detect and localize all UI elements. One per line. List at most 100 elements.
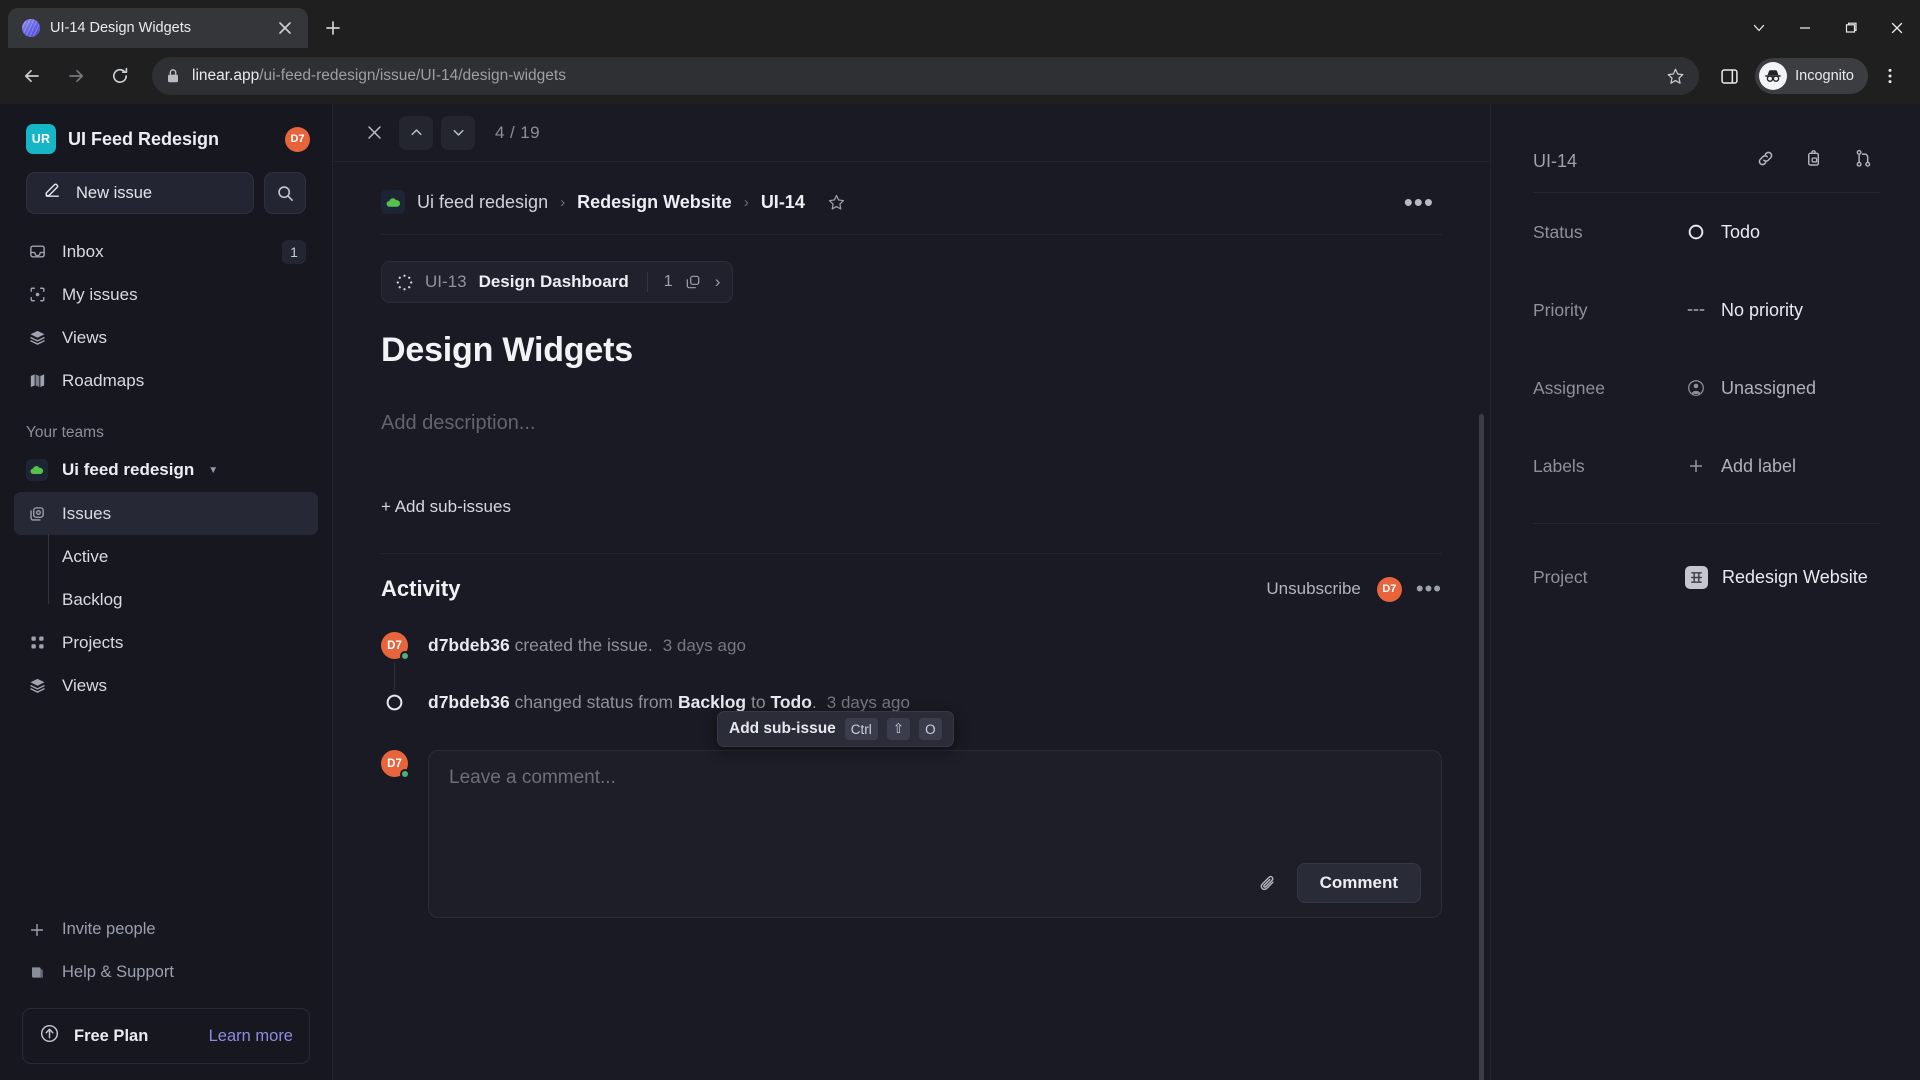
back-arrow-icon[interactable] — [12, 56, 52, 96]
property-value[interactable]: No priority — [1685, 300, 1803, 321]
incognito-icon — [1759, 62, 1788, 90]
sidebar-item-inbox[interactable]: Inbox 1 — [14, 230, 318, 273]
avatar[interactable]: D7 — [285, 126, 310, 152]
sidebar-item-my-issues[interactable]: My issues — [14, 273, 318, 316]
reload-icon[interactable] — [100, 56, 140, 96]
property-value[interactable]: Todo — [1685, 222, 1760, 243]
breadcrumb-team[interactable]: Ui feed redesign — [417, 192, 548, 213]
compose-icon — [43, 181, 62, 205]
side-panel-icon[interactable] — [1711, 58, 1747, 94]
unsubscribe-button[interactable]: Unsubscribe — [1266, 579, 1361, 599]
inbox-icon — [26, 242, 48, 261]
avatar[interactable]: D7 — [1376, 576, 1402, 602]
issue-scroll-area: Ui feed redesign › Redesign Website › UI… — [333, 162, 1490, 1080]
property-row-labels[interactable]: Labels Add label — [1533, 427, 1880, 505]
forward-arrow-icon[interactable] — [56, 56, 96, 96]
close-tab-icon[interactable] — [272, 15, 298, 41]
sidebar-item-active[interactable]: Active — [14, 535, 318, 578]
sidebar-item-label: Inbox — [62, 241, 104, 261]
comment-button[interactable]: Comment — [1296, 863, 1421, 903]
properties-header: UI-14 — [1533, 132, 1880, 190]
issue-title[interactable]: Design Widgets — [381, 331, 1442, 370]
add-sub-issues-button[interactable]: + Add sub-issues — [381, 497, 511, 517]
git-branch-icon[interactable] — [1853, 148, 1874, 174]
comment-actions: Comment — [449, 863, 1421, 903]
browser-toolbar: linear.app/ui-feed-redesign/issue/UI-14/… — [0, 48, 1920, 104]
team-row[interactable]: Ui feed redesign ▼ — [14, 450, 318, 490]
three-dot-menu-icon[interactable] — [1872, 58, 1908, 94]
minimize-icon[interactable] — [1782, 8, 1828, 48]
property-label: Assignee — [1533, 377, 1605, 398]
issue-topbar: 4 / 19 — [333, 104, 1490, 162]
vertical-scrollbar[interactable] — [1479, 414, 1484, 1080]
status-todo-circle-icon — [1685, 222, 1707, 242]
sidebar-item-issues[interactable]: Issues — [14, 492, 318, 535]
shortcut-key-o: O — [919, 718, 942, 740]
learn-more-link[interactable]: Learn more — [209, 1027, 293, 1046]
sidebar-item-backlog[interactable]: Backlog — [14, 578, 318, 621]
sidebar-item-label: My issues — [62, 284, 138, 304]
sidebar-item-roadmaps[interactable]: Roadmaps — [14, 359, 318, 402]
breadcrumb-project[interactable]: Redesign Website — [577, 192, 732, 213]
sidebar-item-label: Active — [62, 546, 109, 566]
tab-search-icon[interactable] — [1736, 8, 1782, 48]
sidebar-item-projects[interactable]: Projects — [14, 621, 318, 664]
new-tab-button[interactable] — [316, 11, 350, 45]
user-circle-icon — [1685, 378, 1707, 398]
parent-issue-chip[interactable]: UI-13 Design Dashboard 1 › — [381, 261, 734, 303]
properties-header-icons — [1755, 148, 1880, 174]
invite-people-button[interactable]: Invite people — [14, 908, 318, 951]
workspace-logo: UR — [26, 124, 56, 154]
property-value[interactable]: Redesign Website — [1685, 565, 1868, 589]
browser-titlebar: UI-14 Design Widgets — [0, 0, 1920, 48]
sidebar-item-label: Invite people — [62, 920, 156, 938]
bookmark-star-icon[interactable] — [1666, 67, 1685, 86]
window-controls — [1736, 8, 1920, 48]
property-row-status[interactable]: Status Todo — [1533, 193, 1880, 271]
url-path: /ui-feed-redesign/issue/UI-14/design-wid… — [259, 67, 566, 84]
add-label-button: Add label — [1721, 455, 1797, 476]
sidebar-item-team-views[interactable]: Views — [14, 664, 318, 707]
next-issue-button[interactable] — [441, 115, 475, 150]
workspace-switcher[interactable]: UR UI Feed Redesign D7 — [0, 114, 332, 160]
activity-event-text: d7bdeb36 changed status from Backlog to … — [428, 692, 910, 713]
close-window-icon[interactable] — [1874, 8, 1920, 48]
help-support-button[interactable]: Help & Support — [14, 951, 318, 994]
comment-input[interactable]: Leave a comment... Comment — [428, 750, 1442, 918]
avatar-initials: D7 — [387, 757, 402, 770]
property-value[interactable]: Unassigned — [1685, 378, 1816, 399]
new-issue-button[interactable]: New issue — [26, 172, 254, 214]
sidebar-footer: Invite people Help & Support Free Plan L… — [0, 908, 332, 1080]
breadcrumb-issue[interactable]: UI-14 — [761, 192, 805, 213]
browser-window: UI-14 Design Widgets linear.app/ui-feed-… — [0, 0, 1920, 1080]
cloud-icon — [381, 190, 405, 214]
paperclip-icon[interactable] — [1258, 873, 1279, 894]
address-bar[interactable]: linear.app/ui-feed-redesign/issue/UI-14/… — [152, 57, 1700, 95]
activity-options-menu-icon[interactable]: ••• — [1416, 578, 1442, 600]
sub-issue-count: 1 — [663, 273, 673, 290]
search-icon[interactable] — [264, 172, 306, 214]
copy-branch-icon[interactable] — [1804, 148, 1825, 174]
issue-description-placeholder[interactable]: Add description... — [381, 412, 1442, 435]
sidebar-item-label: Issues — [62, 503, 112, 523]
activity-header: Activity Unsubscribe D7 ••• — [333, 576, 1490, 602]
chevron-right-icon[interactable]: › — [713, 272, 721, 292]
free-plan-box[interactable]: Free Plan Learn more — [22, 1008, 310, 1064]
property-value[interactable]: Add label — [1685, 456, 1796, 477]
incognito-indicator[interactable]: Incognito — [1755, 58, 1868, 94]
issue-body: UI-13 Design Dashboard 1 › Design Widget… — [333, 235, 1490, 517]
new-issue-label: New issue — [76, 183, 153, 202]
property-row-project[interactable]: Project Redesign Website — [1533, 538, 1880, 616]
copy-link-icon[interactable] — [1755, 148, 1776, 174]
maximize-icon[interactable] — [1828, 8, 1874, 48]
issue-options-menu-icon[interactable]: ••• — [1404, 189, 1442, 215]
property-row-priority[interactable]: Priority No priority — [1533, 271, 1880, 349]
browser-tab[interactable]: UI-14 Design Widgets — [8, 8, 308, 48]
sidebar-item-views[interactable]: Views — [14, 316, 318, 359]
chevron-down-icon[interactable]: ▼ — [208, 465, 218, 476]
favorite-star-icon[interactable] — [827, 193, 846, 212]
close-icon[interactable] — [357, 116, 391, 150]
previous-issue-button[interactable] — [399, 115, 433, 150]
property-row-assignee[interactable]: Assignee Unassigned — [1533, 349, 1880, 427]
presence-dot — [400, 651, 410, 661]
